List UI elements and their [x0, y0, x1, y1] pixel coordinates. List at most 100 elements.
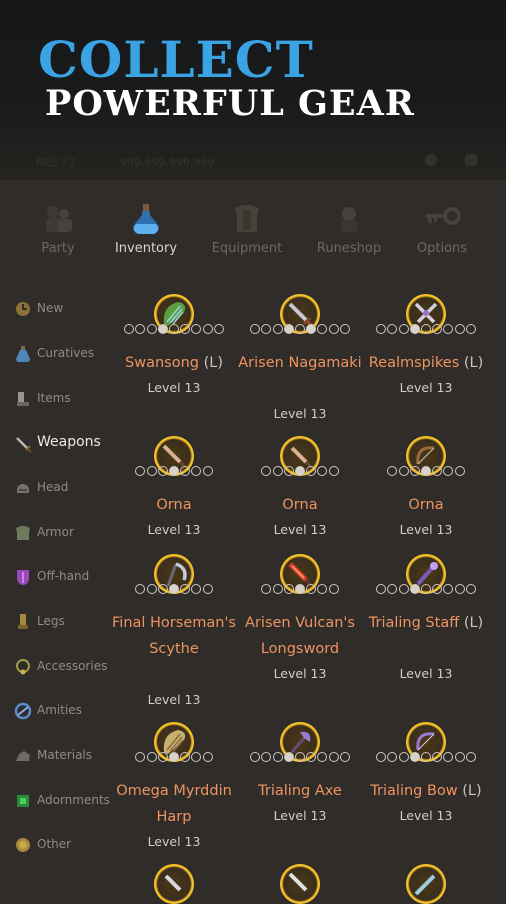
tab-party[interactable]: Party — [10, 196, 106, 266]
sidebar-item-amities[interactable]: Amities — [14, 698, 118, 724]
upgrade-dots — [362, 752, 490, 764]
helmet-icon — [17, 484, 29, 493]
main-tabs: Party Inventory Equipment Runeshop Optio… — [0, 196, 506, 266]
item-name: Arisen Vulcan's Longsword — [245, 615, 355, 657]
sidebar-item-other[interactable]: Other — [14, 832, 118, 858]
item-name: Swansong (L) — [125, 355, 223, 371]
upgrade-dots — [110, 584, 238, 596]
armor-icon — [235, 205, 259, 232]
tab-label: Equipment — [211, 241, 283, 256]
rune-icon — [341, 207, 357, 232]
sidebar-item-curatives[interactable]: Curatives — [14, 341, 118, 367]
promo-subtitle: POWERFUL GEAR — [45, 83, 415, 124]
spear-icon — [414, 874, 436, 896]
sidebar-item-label: Weapons — [37, 434, 101, 450]
item-name: Orna — [282, 497, 318, 513]
item-name: Omega Myrddin Harp — [116, 783, 232, 825]
item-level: Level 13 — [273, 522, 327, 537]
tab-label: Runeshop — [316, 241, 382, 256]
sidebar-item-armor[interactable]: Armor — [14, 520, 118, 546]
upgrade-dots — [236, 466, 364, 478]
sidebar-item-new[interactable]: New — [14, 296, 118, 322]
tab-label: Party — [41, 241, 75, 256]
item-name: Realmspikes (L) — [368, 355, 484, 371]
amity-icon — [14, 702, 32, 720]
upgrade-dots — [362, 466, 490, 478]
clock-icon — [16, 302, 30, 316]
sidebar-item-label: Other — [37, 837, 72, 851]
item-level: Level 13 — [399, 666, 453, 681]
item-name: Trialing Axe — [258, 783, 342, 799]
sidebar-item-label: Adornments — [37, 793, 110, 807]
sidebar-item-label: Armor — [37, 525, 74, 539]
player-rank: RES 73 — [36, 156, 76, 169]
sidebar-item-label: Materials — [37, 748, 93, 762]
item-name: Orna — [156, 497, 192, 513]
item-level: Level 13 — [147, 380, 201, 395]
upgrade-dots — [236, 584, 364, 596]
sword-icon — [16, 437, 32, 453]
sidebar-item-label: Amities — [37, 703, 82, 717]
sidebar-item-head[interactable]: Head — [14, 475, 118, 501]
item-level: Level 13 — [273, 666, 327, 681]
sidebar-item-accessories[interactable]: Accessories — [14, 654, 118, 680]
upgrade-dots — [110, 466, 238, 478]
sidebar-item-legs[interactable]: Legs — [14, 609, 118, 635]
currency-icon[interactable] — [425, 154, 437, 166]
ore-icon — [16, 751, 30, 761]
item-level: Level 13 — [399, 522, 453, 537]
potion-icon — [133, 204, 159, 234]
gold-amount: 999,999,999,999 — [120, 156, 215, 169]
armor-icon — [16, 526, 30, 540]
sidebar-item-materials[interactable]: Materials — [14, 743, 118, 769]
item-name: Orna — [408, 497, 444, 513]
menu-icon[interactable] — [465, 154, 477, 166]
sidebar-item-weapons[interactable]: Weapons — [14, 431, 118, 457]
sidebar-item-off-hand[interactable]: Off-hand — [14, 564, 118, 590]
sidebar-item-label: New — [37, 301, 64, 315]
item-level: Level 13 — [399, 808, 453, 823]
necklace-icon — [16, 659, 30, 675]
item-level: Level 13 — [147, 834, 201, 849]
item-level: Level 13 — [399, 380, 453, 395]
sidebar-item-label: Off-hand — [37, 569, 90, 583]
item-level: Level 13 — [273, 406, 327, 421]
upgrade-dots — [110, 752, 238, 764]
tab-runeshop[interactable]: Runeshop — [301, 196, 397, 266]
item-name: Trialing Bow (L) — [370, 783, 482, 799]
upgrade-dots — [362, 324, 490, 336]
upgrade-dots — [236, 324, 364, 336]
upgrade-dots — [236, 752, 364, 764]
upgrade-dots — [362, 584, 490, 596]
sidebar-item-adornments[interactable]: Adornments — [14, 788, 118, 814]
sidebar-item-label: Head — [37, 480, 69, 494]
coin-icon — [16, 838, 30, 852]
sidebar-item-label: Accessories — [37, 659, 108, 673]
greaves-icon — [18, 614, 28, 629]
potion-icon — [16, 346, 30, 362]
tab-label: Options — [416, 241, 468, 256]
item-level: Level 13 — [273, 808, 327, 823]
gem-icon — [17, 795, 29, 807]
status-bar: RES 73 999,999,999,999 — [30, 154, 480, 172]
sidebar-item-items[interactable]: Items — [14, 386, 118, 412]
shield-icon — [16, 570, 30, 586]
sidebar-item-label: Curatives — [37, 346, 95, 360]
dagger-icon — [164, 874, 182, 892]
key-icon — [426, 207, 461, 225]
upgrade-dots — [110, 324, 238, 336]
item-level: Level 13 — [147, 692, 201, 707]
boot-icon — [17, 392, 29, 406]
item-grid: Swansong (L) Level 13 Arisen Nagamaki Le… — [110, 290, 506, 904]
sword-icon — [288, 872, 308, 892]
item-level: Level 13 — [147, 522, 201, 537]
tab-inventory[interactable]: Inventory — [98, 196, 194, 266]
tab-options[interactable]: Options — [394, 196, 490, 266]
sidebar-item-label: Items — [37, 391, 71, 405]
promo-title: COLLECT — [38, 30, 314, 89]
tab-label: Inventory — [114, 241, 178, 256]
item-name: Final Horseman's Scythe — [112, 615, 236, 657]
promo-banner: COLLECT POWERFUL GEAR RES 73 999,999,999… — [0, 0, 506, 180]
party-icon — [46, 206, 72, 232]
tab-equipment[interactable]: Equipment — [199, 196, 295, 266]
